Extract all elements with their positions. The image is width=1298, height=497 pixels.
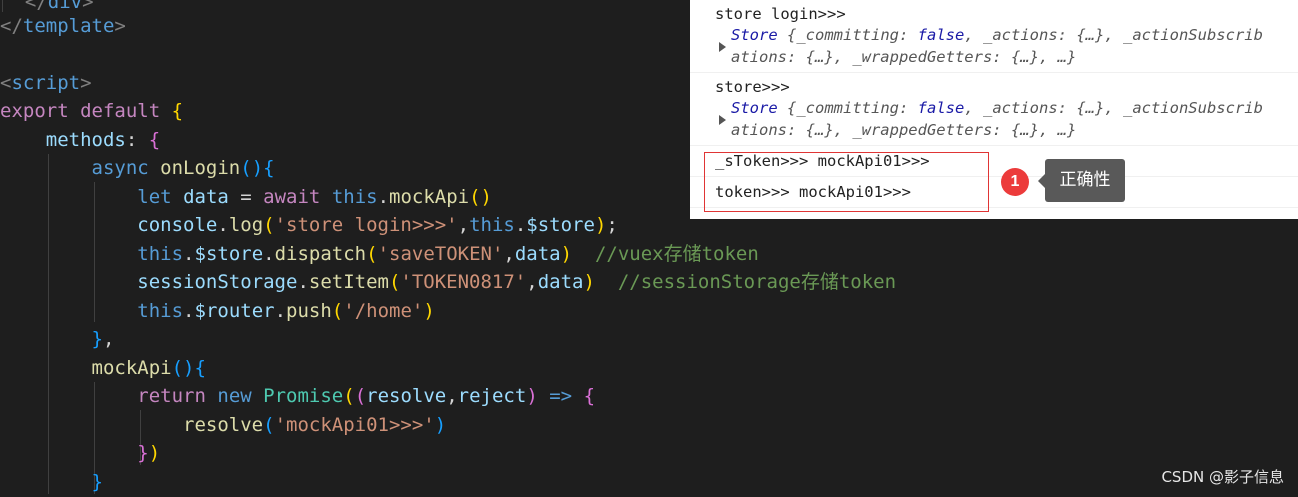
code-line: mockApi(){ bbox=[91, 357, 206, 379]
code-line: }, bbox=[91, 328, 115, 350]
code-line: export default { bbox=[0, 100, 184, 122]
code-line: sessionStorage.setItem('TOKEN0817',data)… bbox=[137, 271, 897, 293]
code-line: console.log('store login>>>',this.$store… bbox=[137, 214, 618, 236]
annotation-tooltip: 正确性 bbox=[1038, 159, 1125, 202]
code-line: } bbox=[91, 471, 103, 493]
console-entry: store login>>> Store {_committing: false… bbox=[690, 0, 1298, 73]
code-line: async onLogin(){ bbox=[91, 157, 275, 179]
code-line: methods: { bbox=[45, 129, 161, 151]
watermark: CSDN @影子信息 bbox=[1161, 468, 1284, 486]
code-line: </template> bbox=[0, 15, 126, 37]
code-line: this.$router.push('/home') bbox=[137, 300, 435, 322]
console-object-preview[interactable]: Store {_committing: false, _actions: {…}… bbox=[731, 26, 1263, 44]
console-object-preview-cont: ations: {…}, _wrappedGetters: {…}, …} bbox=[731, 48, 1077, 66]
console-object-preview[interactable]: Store {_committing: false, _actions: {…}… bbox=[731, 99, 1263, 117]
code-line: return new Promise((resolve,reject) => { bbox=[137, 385, 596, 407]
console-log-label: store>>> bbox=[715, 78, 790, 96]
code-line: let data = await this.mockApi() bbox=[137, 186, 492, 208]
highlight-box bbox=[704, 152, 989, 212]
code-line: }) bbox=[137, 442, 161, 464]
code-line: this.$store.dispatch('saveTOKEN',data) /… bbox=[137, 243, 759, 265]
annotation-badge: 1 bbox=[1001, 168, 1029, 196]
expand-triangle-icon[interactable] bbox=[719, 42, 726, 52]
expand-triangle-icon[interactable] bbox=[719, 115, 726, 125]
code-line: <script> bbox=[0, 72, 92, 94]
console-object-preview-cont: ations: {…}, _wrappedGetters: {…}, …} bbox=[731, 121, 1077, 139]
code-line: resolve('mockApi01>>>') bbox=[183, 414, 447, 436]
console-log-label: store login>>> bbox=[715, 5, 846, 23]
console-entry: store>>> Store {_committing: false, _act… bbox=[690, 73, 1298, 146]
